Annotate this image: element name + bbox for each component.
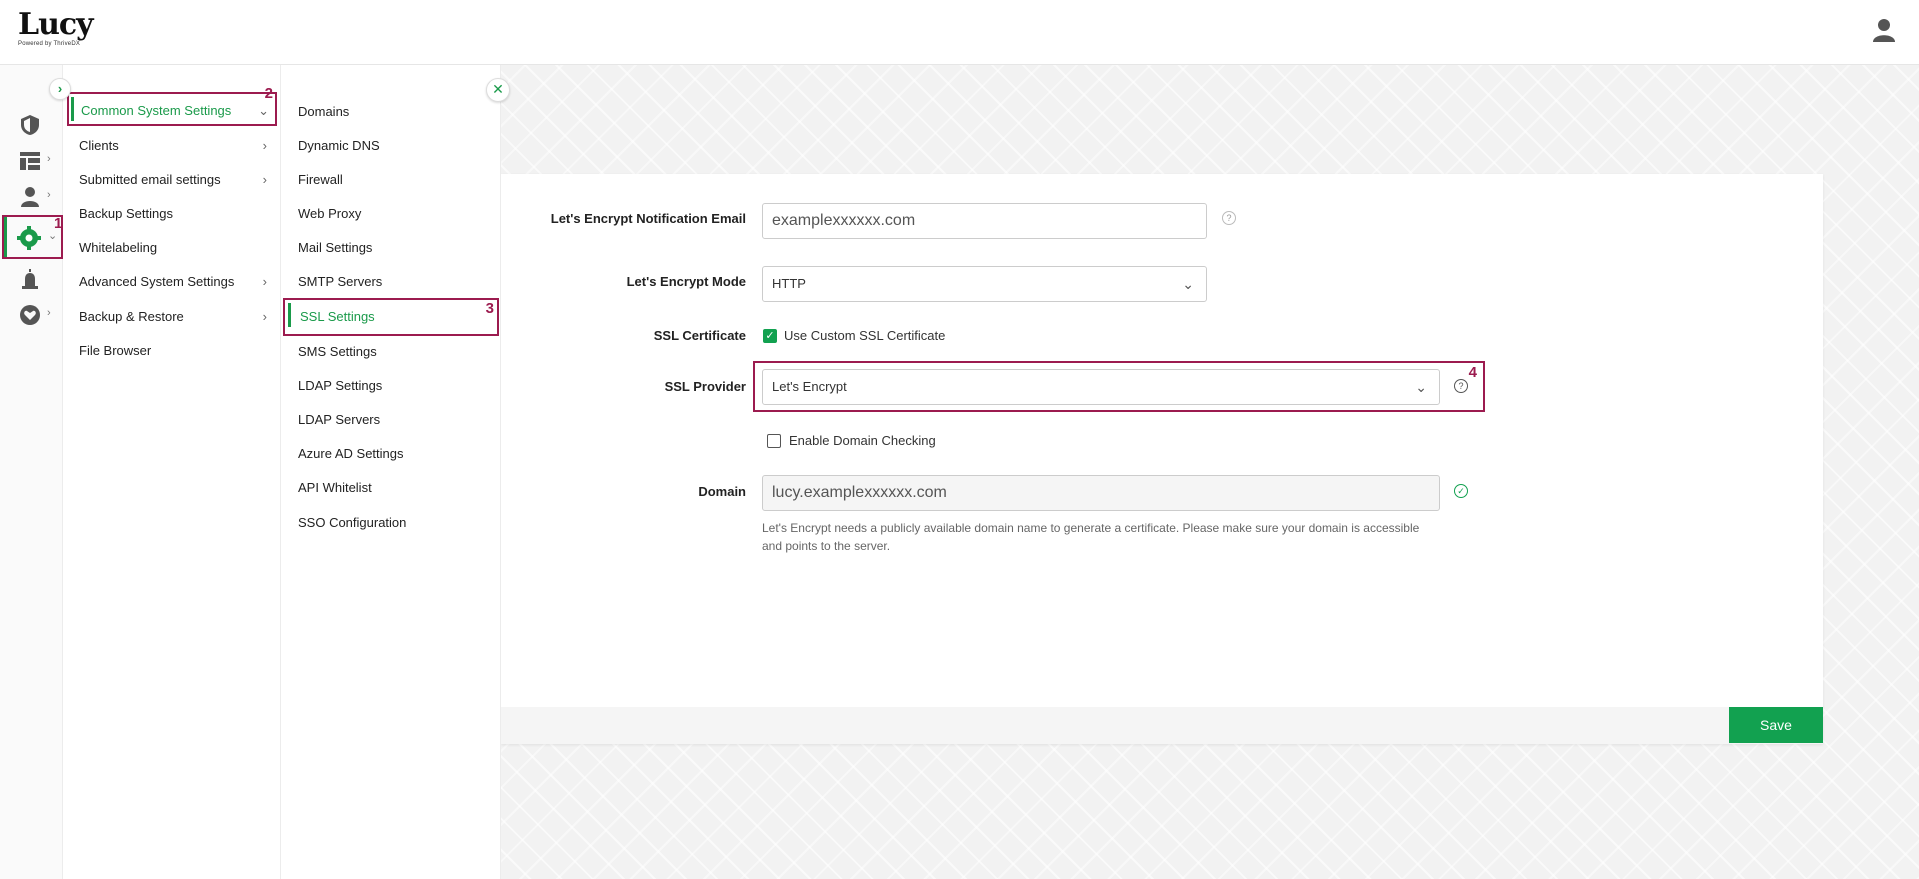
- domain-input[interactable]: lucy.examplexxxxxx.com: [762, 475, 1440, 511]
- lets-encrypt-mode-select[interactable]: HTTP ⌄: [762, 266, 1207, 302]
- ssl-certificate-label: SSL Certificate: [653, 328, 746, 343]
- submenu-item-firewall[interactable]: Firewall: [281, 163, 501, 197]
- annotation-number-4: 4: [1468, 364, 1477, 381]
- menu-item-advanced-system-settings[interactable]: Advanced System Settings ›: [63, 265, 281, 299]
- domain-hint-text: Let's Encrypt needs a publicly available…: [762, 521, 1420, 553]
- use-custom-ssl-label: Use Custom SSL Certificate: [784, 328, 946, 343]
- menu-item-label: Clients: [79, 138, 119, 153]
- settings-gear-icon: [17, 226, 41, 250]
- submenu-item-sms-settings[interactable]: SMS Settings: [281, 335, 501, 369]
- menu-item-label: Backup Settings: [79, 206, 173, 221]
- annotation-number-3: 3: [485, 300, 494, 317]
- menu-item-common-system-settings[interactable]: Common System Settings ⌄ 2: [67, 85, 277, 126]
- submenu-item-label: LDAP Servers: [298, 412, 381, 427]
- menu-item-whitelabeling[interactable]: Whitelabeling: [63, 231, 281, 265]
- notification-email-label: Let's Encrypt Notification Email: [550, 211, 746, 226]
- chevron-right-icon: ›: [47, 189, 51, 201]
- user-icon[interactable]: [1873, 18, 1895, 42]
- domain-valid-check-icon: ✓: [1454, 484, 1468, 498]
- submenu-item-label: Azure AD Settings: [298, 446, 404, 461]
- chevron-down-icon: ⌄: [1415, 379, 1427, 395]
- submenu-item-label: SMS Settings: [298, 344, 377, 359]
- submenu-item-ldap-servers[interactable]: LDAP Servers: [281, 403, 501, 437]
- submenu-item-mail-settings[interactable]: Mail Settings: [281, 231, 501, 265]
- menu-item-label: Whitelabeling: [79, 240, 158, 255]
- heart-icon: [20, 305, 40, 325]
- submenu-item-dynamic-dns[interactable]: Dynamic DNS: [281, 129, 501, 163]
- submenu-item-domains[interactable]: Domains: [281, 95, 501, 129]
- submenu-item-azure-ad-settings[interactable]: Azure AD Settings: [281, 437, 501, 471]
- menu-item-backup-restore[interactable]: Backup & Restore ›: [63, 300, 281, 334]
- chevron-right-icon: ›: [47, 307, 51, 319]
- menu-item-label: Submitted email settings: [79, 172, 221, 187]
- submenu-item-label: Mail Settings: [298, 240, 373, 255]
- lucy-logo[interactable]: Lucy Powered by ThriveDX: [18, 7, 94, 48]
- expand-rail-icon[interactable]: ›: [49, 78, 71, 100]
- lets-encrypt-mode-label: Let's Encrypt Mode: [626, 274, 746, 289]
- submenu-item-label: Dynamic DNS: [298, 138, 380, 153]
- menu-item-label: Advanced System Settings: [79, 274, 235, 289]
- menu-item-backup-settings[interactable]: Backup Settings: [63, 197, 281, 231]
- help-icon[interactable]: ?: [1454, 379, 1468, 393]
- submenu-item-label: SSO Configuration: [298, 515, 407, 530]
- menu-item-clients[interactable]: Clients ›: [63, 129, 281, 163]
- rail-item-dashboard[interactable]: ›: [0, 143, 63, 179]
- menu-item-label: File Browser: [79, 343, 152, 358]
- close-menu-icon[interactable]: ✕: [486, 78, 510, 102]
- submenu-item-web-proxy[interactable]: Web Proxy: [281, 197, 501, 231]
- submenu-item-ldap-settings[interactable]: LDAP Settings: [281, 369, 501, 403]
- panel-footer: [501, 707, 1823, 744]
- rail-item-alarm[interactable]: [0, 261, 63, 297]
- submenu-item-label: Firewall: [298, 172, 343, 187]
- submenu-item-smtp-servers[interactable]: SMTP Servers: [281, 265, 501, 299]
- submenu-item-ssl-settings[interactable]: SSL Settings 3: [283, 298, 499, 336]
- annotation-number-2: 2: [264, 85, 273, 102]
- submenu-item-label: Domains: [298, 104, 350, 119]
- top-header: Lucy Powered by ThriveDX: [0, 0, 1919, 65]
- chevron-right-icon: ›: [262, 172, 267, 187]
- common-settings-submenu: Domains Dynamic DNS Firewall Web Proxy M…: [281, 65, 501, 879]
- chevron-right-icon: ›: [262, 274, 267, 289]
- ssl-provider-select[interactable]: Let's Encrypt ⌄: [762, 369, 1440, 405]
- submenu-item-api-whitelist[interactable]: API Whitelist: [281, 471, 501, 505]
- rail-item-security[interactable]: [0, 107, 63, 143]
- chevron-right-icon: ›: [262, 309, 267, 324]
- dashboard-icon: [20, 152, 40, 170]
- submenu-item-label: SMTP Servers: [298, 274, 383, 289]
- submenu-item-label: Web Proxy: [298, 206, 362, 221]
- icon-rail: › › › ⌄ 1 ›: [0, 65, 71, 879]
- submenu-item-label: LDAP Settings: [298, 378, 383, 393]
- rail-item-settings[interactable]: ⌄ 1: [2, 215, 63, 259]
- chevron-right-icon: ›: [47, 153, 51, 165]
- select-value: Let's Encrypt: [772, 379, 847, 394]
- users-icon: [21, 187, 39, 207]
- submenu-item-label: SSL Settings: [300, 309, 375, 324]
- chevron-right-icon: ›: [262, 138, 267, 153]
- enable-domain-checking-label: Enable Domain Checking: [789, 433, 936, 448]
- annotation-number-1: 1: [54, 215, 63, 232]
- rail-item-health[interactable]: ›: [0, 297, 63, 333]
- alarm-icon: [22, 269, 38, 289]
- save-button[interactable]: Save: [1729, 707, 1823, 743]
- menu-item-submitted-email-settings[interactable]: Submitted email settings ›: [63, 163, 281, 197]
- enable-domain-checking-checkbox[interactable]: [767, 434, 781, 448]
- select-value: HTTP: [772, 276, 806, 291]
- logo-text: Lucy: [18, 7, 94, 42]
- ssl-settings-panel: Let's Encrypt Notification Email example…: [501, 174, 1823, 744]
- notification-email-input[interactable]: examplexxxxxx.com: [762, 203, 1207, 239]
- chevron-down-icon: ⌄: [1182, 276, 1194, 292]
- domain-label: Domain: [698, 484, 746, 499]
- settings-menu: Common System Settings ⌄ 2 Clients › Sub…: [63, 65, 281, 879]
- menu-item-label: Common System Settings: [81, 103, 232, 118]
- shield-icon: [21, 115, 39, 135]
- menu-item-label: Backup & Restore: [79, 309, 184, 324]
- menu-item-file-browser[interactable]: File Browser: [63, 334, 281, 368]
- use-custom-ssl-checkbox[interactable]: ✓: [763, 329, 777, 343]
- help-icon[interactable]: ?: [1222, 211, 1236, 225]
- submenu-item-label: API Whitelist: [298, 480, 372, 495]
- rail-item-users[interactable]: ›: [0, 179, 63, 215]
- ssl-provider-label: SSL Provider: [664, 379, 746, 394]
- submenu-item-sso-configuration[interactable]: SSO Configuration: [281, 506, 501, 540]
